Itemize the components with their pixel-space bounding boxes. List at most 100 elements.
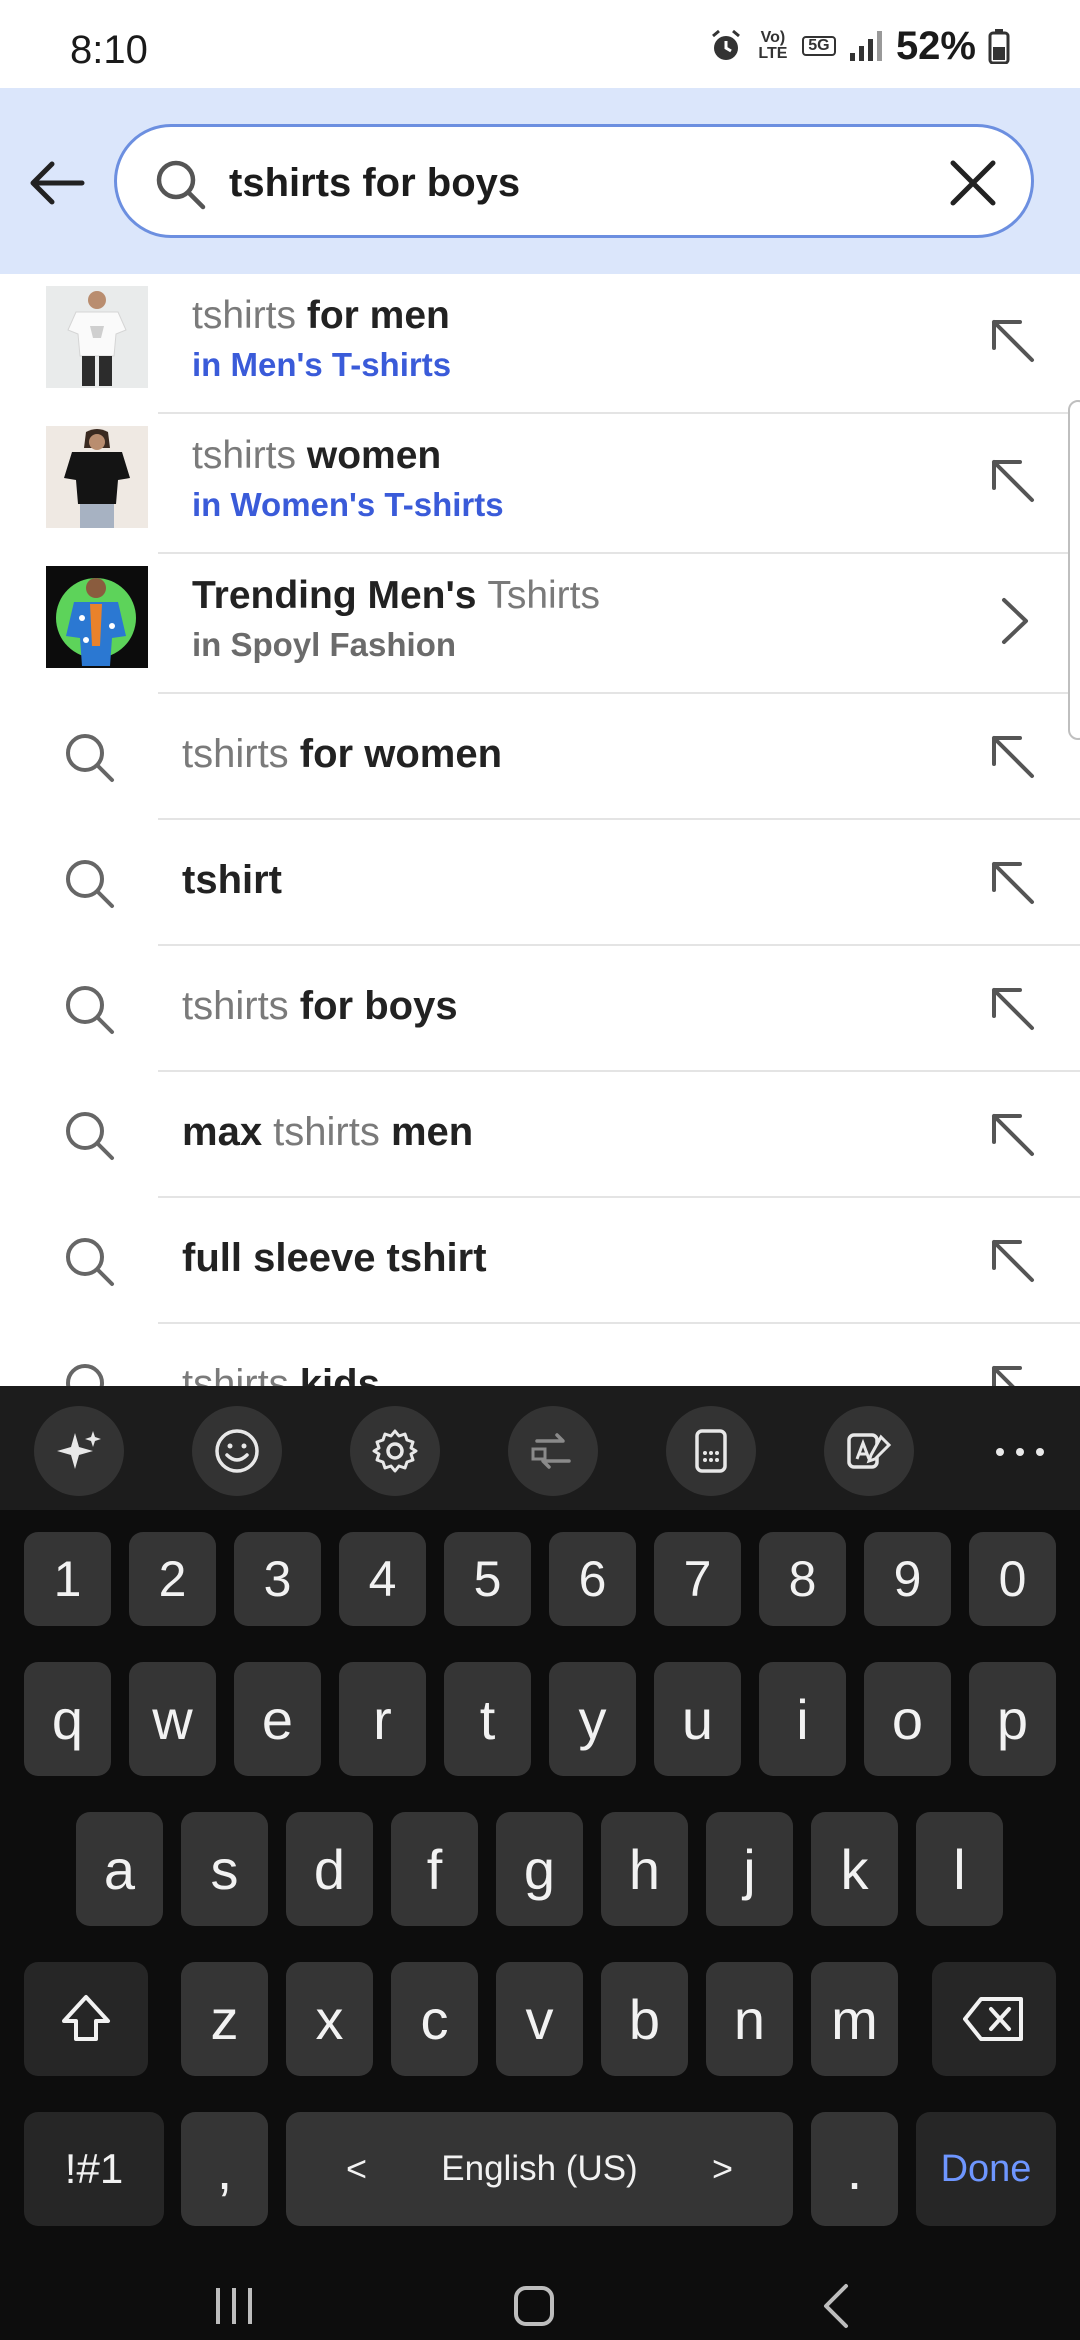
key-j[interactable]: j bbox=[706, 1812, 793, 1926]
key-p[interactable]: p bbox=[969, 1662, 1056, 1776]
women-tshirt-image bbox=[46, 426, 148, 528]
language-next-icon: > bbox=[711, 2148, 733, 2189]
space-bar[interactable]: < English (US) > bbox=[286, 2112, 793, 2226]
key-w[interactable]: w bbox=[129, 1662, 216, 1776]
suggestion-title: Trending Men's Tshirts bbox=[192, 574, 600, 617]
emoji-icon bbox=[215, 1429, 259, 1473]
key-m[interactable]: m bbox=[811, 1962, 898, 2076]
fill-query-arrow-icon[interactable] bbox=[986, 856, 1040, 910]
key-4[interactable]: 4 bbox=[339, 1532, 426, 1626]
ai-sparkle-button[interactable] bbox=[34, 1406, 124, 1496]
key-q[interactable]: q bbox=[24, 1662, 111, 1776]
fill-query-arrow-icon[interactable] bbox=[986, 1360, 1040, 1386]
key-h[interactable]: h bbox=[601, 1812, 688, 1926]
search-icon bbox=[66, 1112, 114, 1160]
key-9[interactable]: 9 bbox=[864, 1532, 951, 1626]
suggestion-text: tshirts kids bbox=[182, 1362, 380, 1386]
fill-query-arrow-icon[interactable] bbox=[986, 454, 1040, 508]
fill-query-arrow-icon[interactable] bbox=[986, 1108, 1040, 1162]
suggestion-text: full sleeve tshirt bbox=[182, 1236, 487, 1280]
key-z[interactable]: z bbox=[181, 1962, 268, 2076]
comma-key[interactable]: , bbox=[181, 2112, 268, 2226]
translate-button[interactable] bbox=[508, 1406, 598, 1496]
key-2[interactable]: 2 bbox=[129, 1532, 216, 1626]
shift-key[interactable] bbox=[24, 1962, 148, 2076]
key-n[interactable]: n bbox=[706, 1962, 793, 2076]
key-0[interactable]: 0 bbox=[969, 1532, 1056, 1626]
key-u[interactable]: u bbox=[654, 1662, 741, 1776]
men-tshirt-image bbox=[46, 286, 148, 388]
chevron-right-icon[interactable] bbox=[986, 594, 1040, 648]
key-3[interactable]: 3 bbox=[234, 1532, 321, 1626]
fill-query-arrow-icon[interactable] bbox=[986, 314, 1040, 368]
key-f[interactable]: f bbox=[391, 1812, 478, 1926]
fill-query-arrow-icon[interactable] bbox=[986, 730, 1040, 784]
settings-button[interactable] bbox=[350, 1406, 440, 1496]
key-a[interactable]: a bbox=[76, 1812, 163, 1926]
suggestions-list[interactable]: tshirts for men in Men's T-shirts tshirt… bbox=[0, 274, 1080, 1386]
done-key[interactable]: Done bbox=[916, 2112, 1056, 2226]
key-c[interactable]: c bbox=[391, 1962, 478, 2076]
search-icon bbox=[66, 1238, 114, 1286]
key-d[interactable]: d bbox=[286, 1812, 373, 1926]
key-l[interactable]: l bbox=[916, 1812, 1003, 1926]
close-icon bbox=[950, 160, 996, 206]
suggestion-query-row[interactable]: tshirts kids bbox=[0, 1324, 1080, 1386]
key-v[interactable]: v bbox=[496, 1962, 583, 2076]
keyboard-mode-button[interactable] bbox=[666, 1406, 756, 1496]
suggestion-query-row[interactable]: tshirts for women bbox=[0, 694, 1080, 820]
backspace-key[interactable] bbox=[932, 1962, 1056, 2076]
scroll-handle[interactable] bbox=[1068, 400, 1080, 740]
fill-query-arrow-icon[interactable] bbox=[986, 1234, 1040, 1288]
suggestion-category-row[interactable]: tshirts women in Women's T-shirts bbox=[0, 414, 1080, 554]
key-5[interactable]: 5 bbox=[444, 1532, 531, 1626]
suggestion-text: tshirts for women bbox=[182, 732, 503, 776]
key-b[interactable]: b bbox=[601, 1962, 688, 2076]
alarm-icon bbox=[711, 29, 740, 60]
key-6[interactable]: 6 bbox=[549, 1532, 636, 1626]
key-s[interactable]: s bbox=[181, 1812, 268, 1926]
suggestion-brand: in Spoyl Fashion bbox=[192, 626, 457, 663]
translate-icon bbox=[531, 1433, 571, 1469]
language-prev-icon: < bbox=[346, 2148, 368, 2189]
recent-apps-icon[interactable] bbox=[210, 2282, 258, 2330]
back-button[interactable] bbox=[22, 148, 92, 218]
key-1[interactable]: 1 bbox=[24, 1532, 111, 1626]
suggestion-query-row[interactable]: tshirts for boys bbox=[0, 946, 1080, 1072]
key-r[interactable]: r bbox=[339, 1662, 426, 1776]
key-7[interactable]: 7 bbox=[654, 1532, 741, 1626]
search-box[interactable] bbox=[114, 124, 1034, 238]
suggestion-category-row[interactable]: tshirts for men in Men's T-shirts bbox=[0, 274, 1080, 414]
key-e[interactable]: e bbox=[234, 1662, 321, 1776]
key-y[interactable]: y bbox=[549, 1662, 636, 1776]
suggestion-query-row[interactable]: full sleeve tshirt bbox=[0, 1198, 1080, 1324]
search-input[interactable] bbox=[229, 151, 929, 215]
key-x[interactable]: x bbox=[286, 1962, 373, 2076]
nav-back-icon[interactable] bbox=[814, 2282, 862, 2330]
key-k[interactable]: k bbox=[811, 1812, 898, 1926]
key-8[interactable]: 8 bbox=[759, 1532, 846, 1626]
key-g[interactable]: g bbox=[496, 1812, 583, 1926]
text-edit-button[interactable] bbox=[824, 1406, 914, 1496]
ai-sparkle-icon bbox=[57, 1431, 101, 1469]
keyboard-toolbar bbox=[0, 1386, 1080, 1510]
emoji-button[interactable] bbox=[192, 1406, 282, 1496]
fill-query-arrow-icon[interactable] bbox=[986, 982, 1040, 1036]
battery-icon bbox=[988, 29, 1010, 64]
search-header bbox=[0, 88, 1080, 274]
backspace-icon bbox=[963, 1997, 1023, 2041]
period-key[interactable]: . bbox=[811, 2112, 898, 2226]
suggestion-brand-row[interactable]: Trending Men's Tshirts in Spoyl Fashion bbox=[0, 554, 1080, 694]
suggestion-query-row[interactable]: max tshirts men bbox=[0, 1072, 1080, 1198]
keyboard-mode-icon bbox=[695, 1429, 727, 1473]
key-o[interactable]: o bbox=[864, 1662, 951, 1776]
home-icon[interactable] bbox=[510, 2282, 558, 2330]
key-t[interactable]: t bbox=[444, 1662, 531, 1776]
search-icon bbox=[66, 1364, 104, 1386]
suggestion-query-row[interactable]: tshirt bbox=[0, 820, 1080, 946]
clear-search-button[interactable] bbox=[945, 155, 1001, 211]
key-i[interactable]: i bbox=[759, 1662, 846, 1776]
symbols-key[interactable]: !#1 bbox=[24, 2112, 164, 2226]
shift-icon bbox=[62, 1995, 110, 2041]
more-icon[interactable] bbox=[990, 1422, 1050, 1482]
